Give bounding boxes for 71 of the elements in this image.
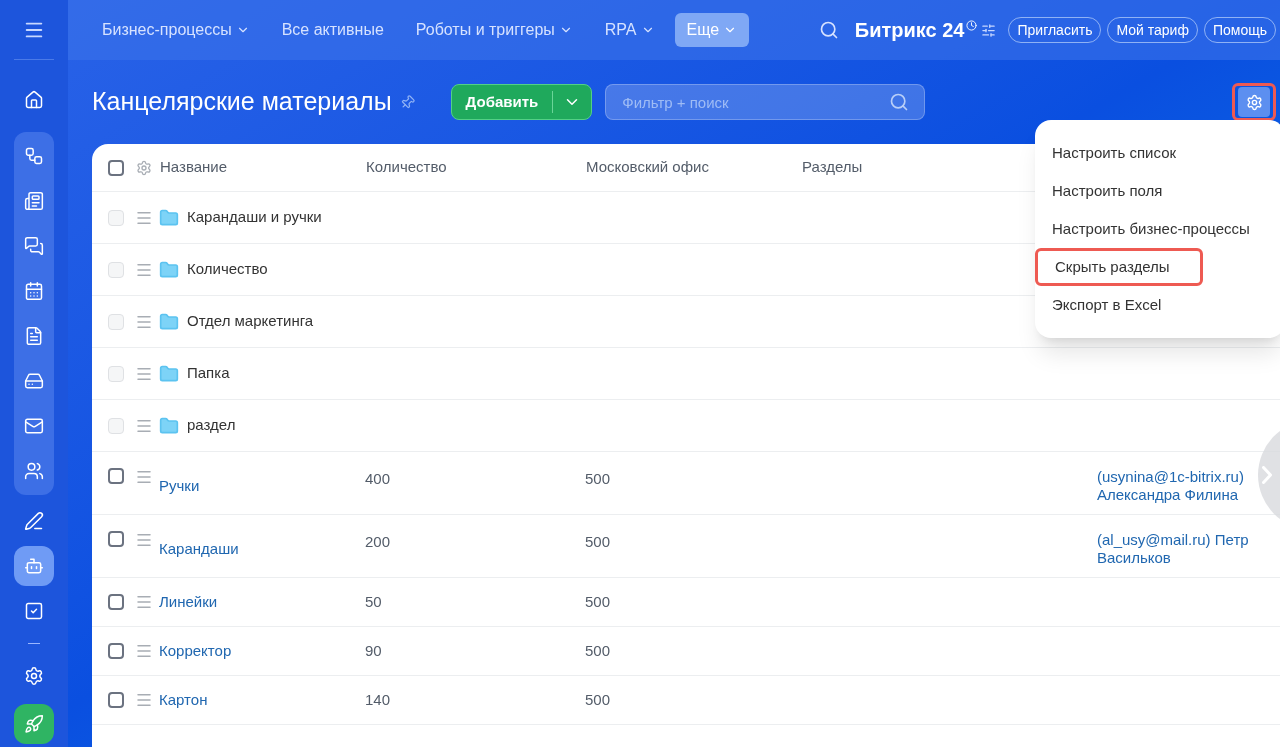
nav-tab[interactable]: Все активные: [269, 13, 396, 47]
menu-item[interactable]: Экспорт в Excel: [1035, 286, 1280, 324]
nav-tab[interactable]: Бизнес-процессы: [90, 13, 262, 47]
checkbox[interactable]: [108, 594, 124, 610]
item-link[interactable]: Ручки: [159, 474, 200, 498]
column-header[interactable]: Разделы: [802, 158, 863, 176]
rocket-icon: [24, 714, 44, 734]
people-icon: [24, 461, 44, 481]
tasks-icon: [24, 601, 44, 621]
table-cell: 500: [585, 592, 611, 610]
checkbox[interactable]: [108, 643, 124, 659]
menu-item[interactable]: Скрыть разделы: [1035, 248, 1203, 286]
chevron-right-icon: [1262, 466, 1272, 484]
user-link[interactable]: (usynina@1c-bitrix.ru) Александра Филина: [1097, 468, 1262, 504]
drive-icon: [24, 371, 44, 391]
item-link[interactable]: Линейки: [159, 590, 218, 614]
robot-icon: [24, 556, 44, 576]
table-cell: 500: [585, 641, 611, 659]
drag-handle-icon[interactable]: [135, 642, 153, 660]
item-link[interactable]: Корректор: [159, 639, 232, 663]
menu-item[interactable]: Настроить поля: [1035, 172, 1280, 210]
table-cell: 200: [365, 533, 391, 550]
folder-icon: [159, 207, 179, 228]
table-cell: 500: [585, 690, 611, 708]
drag-handle-icon[interactable]: [135, 531, 153, 549]
nav-tab[interactable]: RPA: [592, 13, 667, 47]
table-cell: 90: [365, 641, 382, 659]
menu-item[interactable]: Настроить список: [1035, 134, 1280, 172]
menu-item[interactable]: Настроить бизнес-процессы: [1035, 210, 1280, 248]
robot-button[interactable]: [14, 546, 54, 586]
column-header[interactable]: Московский офис: [586, 158, 709, 176]
user-link[interactable]: (al_usy@mail.ru) Петр Васильков: [1097, 531, 1262, 567]
folder-icon: [159, 311, 179, 332]
folder-icon: [159, 415, 179, 436]
nodes-icon: [24, 146, 44, 166]
checkbox[interactable]: [108, 468, 124, 484]
nav-tab[interactable]: Роботы и триггеры: [403, 13, 585, 47]
sliders-icon[interactable]: [981, 22, 997, 38]
table-cell: 500: [585, 533, 611, 550]
item-link[interactable]: Карандаши: [159, 537, 239, 561]
rocket-button[interactable]: [14, 704, 54, 744]
item-link[interactable]: Картон: [159, 688, 208, 712]
folder-icon: [159, 363, 179, 384]
table-cell: 50: [365, 592, 382, 610]
search-icon[interactable]: [889, 92, 910, 112]
settings-icon[interactable]: [136, 159, 152, 176]
column-header[interactable]: Количество: [366, 158, 447, 176]
calendar-icon: [24, 281, 44, 301]
drag-handle-icon[interactable]: [135, 593, 153, 611]
clock-icon: [966, 20, 978, 31]
settings-icon: [1245, 93, 1263, 111]
drag-handle-icon[interactable]: [135, 691, 153, 709]
column-header[interactable]: Название: [160, 158, 228, 176]
chat-icon: [24, 236, 44, 256]
table-cell: 400: [365, 470, 391, 487]
page-title: Канцелярские материалы: [92, 86, 392, 118]
home-icon: [24, 90, 44, 110]
logo: Битрикс 24: [854, 18, 965, 43]
checkbox[interactable]: [108, 159, 124, 176]
document-icon: [24, 326, 44, 346]
drag-handle-icon[interactable]: [135, 468, 153, 486]
mail-icon: [24, 416, 44, 436]
folder-icon: [159, 259, 179, 280]
checkbox[interactable]: [108, 531, 124, 547]
checkbox[interactable]: [108, 692, 124, 708]
table-cell: 500: [585, 470, 611, 487]
news-icon: [24, 191, 44, 211]
table-cell: 140: [365, 690, 391, 708]
settings-icon: [24, 666, 44, 686]
search-icon[interactable]: [818, 20, 839, 40]
pen-icon: [24, 511, 44, 531]
